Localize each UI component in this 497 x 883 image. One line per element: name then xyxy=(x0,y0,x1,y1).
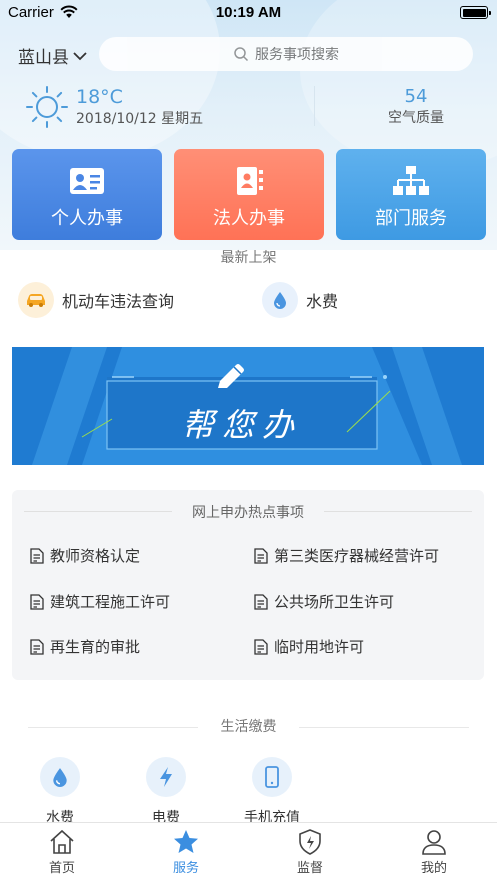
phone-icon xyxy=(252,757,292,797)
hot-item-label: 第三类医疗器械经营许可 xyxy=(274,547,440,565)
hot-item[interactable]: 建筑工程施工许可 xyxy=(30,591,170,612)
document-icon xyxy=(30,593,44,610)
lightning-icon xyxy=(146,757,186,797)
search-placeholder: 服务事项搜索 xyxy=(255,47,339,63)
status-bar: Carrier 10:19 AM xyxy=(0,0,497,26)
life-phone-recharge-button[interactable]: 手机充值 xyxy=(242,757,302,827)
date-label: 2018/10/12 星期五 xyxy=(76,111,204,127)
hot-item-label: 公共场所卫生许可 xyxy=(274,593,395,611)
water-fee-item[interactable]: 水费 xyxy=(262,282,338,318)
water-fee-label: 水费 xyxy=(306,292,339,311)
tab-home[interactable]: 首页 xyxy=(22,829,102,876)
vehicle-violation-query-label: 机动车违法查询 xyxy=(62,292,175,311)
hot-section-title: 网上申办热点事项 xyxy=(192,505,304,521)
legal-entity-affairs-button[interactable]: 法人办事 xyxy=(174,149,324,240)
department-services-button[interactable]: 部门服务 xyxy=(336,149,486,240)
life-section-title: 生活缴费 xyxy=(220,719,277,735)
banner-text: 帮您办 xyxy=(181,406,302,444)
water-drop-icon xyxy=(40,757,80,797)
new-section-title: 最新上架 xyxy=(220,250,277,266)
search-input[interactable]: 服务事项搜索 xyxy=(99,37,473,71)
hot-item[interactable]: 临时用地许可 xyxy=(254,636,364,657)
tab-home-label: 首页 xyxy=(48,861,75,876)
life-electricity-fee-button[interactable]: 电费 xyxy=(136,757,196,827)
location-label: 蓝山县 xyxy=(18,48,69,68)
car-icon xyxy=(18,282,54,318)
hot-item-label: 再生育的审批 xyxy=(50,638,141,656)
org-chart-icon xyxy=(393,166,429,195)
temperature: 18°C xyxy=(76,86,123,108)
help-you-banner[interactable]: 帮您办 xyxy=(12,347,484,465)
tab-mine[interactable]: 我的 xyxy=(394,829,474,876)
department-services-label: 部门服务 xyxy=(375,208,447,229)
document-icon xyxy=(30,638,44,655)
chevron-down-icon xyxy=(73,51,87,60)
personal-affairs-label: 个人办事 xyxy=(51,208,123,229)
hot-title-line-right xyxy=(324,511,472,512)
life-title-line-right xyxy=(299,727,469,728)
id-card-icon xyxy=(70,168,104,194)
contact-book-icon xyxy=(237,167,263,195)
document-icon xyxy=(254,593,268,610)
legal-entity-affairs-label: 法人办事 xyxy=(213,208,285,229)
hot-item[interactable]: 再生育的审批 xyxy=(30,636,140,657)
personal-affairs-button[interactable]: 个人办事 xyxy=(12,149,162,240)
star-icon xyxy=(174,830,198,853)
document-icon xyxy=(254,547,268,564)
hot-item[interactable]: 教师资格认定 xyxy=(30,545,140,566)
sun-icon xyxy=(26,86,68,128)
user-icon xyxy=(422,830,446,855)
hot-item-label: 教师资格认定 xyxy=(50,547,141,565)
aqi-value: 54 xyxy=(404,86,428,107)
aqi-label: 空气质量 xyxy=(388,110,444,126)
hot-items-panel: 网上申办热点事项 教师资格认定 第三类医疗器械经营许可 建筑工程施工许可 公共场… xyxy=(12,490,484,680)
water-drop-icon xyxy=(262,282,298,318)
location-selector[interactable]: 蓝山县 xyxy=(18,43,87,68)
tab-services-label: 服务 xyxy=(172,861,199,876)
weather-divider xyxy=(314,86,315,126)
hot-item[interactable]: 公共场所卫生许可 xyxy=(254,591,394,612)
clock: 10:19 AM xyxy=(215,4,282,21)
document-icon xyxy=(30,547,44,564)
tab-supervision[interactable]: 监督 xyxy=(270,829,350,876)
tab-services[interactable]: 服务 xyxy=(146,829,226,876)
shield-icon xyxy=(299,829,321,855)
battery-icon xyxy=(460,6,491,19)
life-water-fee-button[interactable]: 水费 xyxy=(30,757,90,827)
search-icon xyxy=(234,47,249,62)
tab-bar: 首页 服务 监督 我的 xyxy=(0,822,497,883)
home-icon xyxy=(50,829,74,854)
document-icon xyxy=(254,638,268,655)
vehicle-violation-query-item[interactable]: 机动车违法查询 xyxy=(18,282,174,318)
hot-item-label: 临时用地许可 xyxy=(274,638,365,656)
pencil-icon xyxy=(218,364,244,388)
tab-supervision-label: 监督 xyxy=(296,861,323,876)
hot-item-label: 建筑工程施工许可 xyxy=(50,593,171,611)
tab-mine-label: 我的 xyxy=(420,861,447,876)
hot-item[interactable]: 第三类医疗器械经营许可 xyxy=(254,545,439,566)
